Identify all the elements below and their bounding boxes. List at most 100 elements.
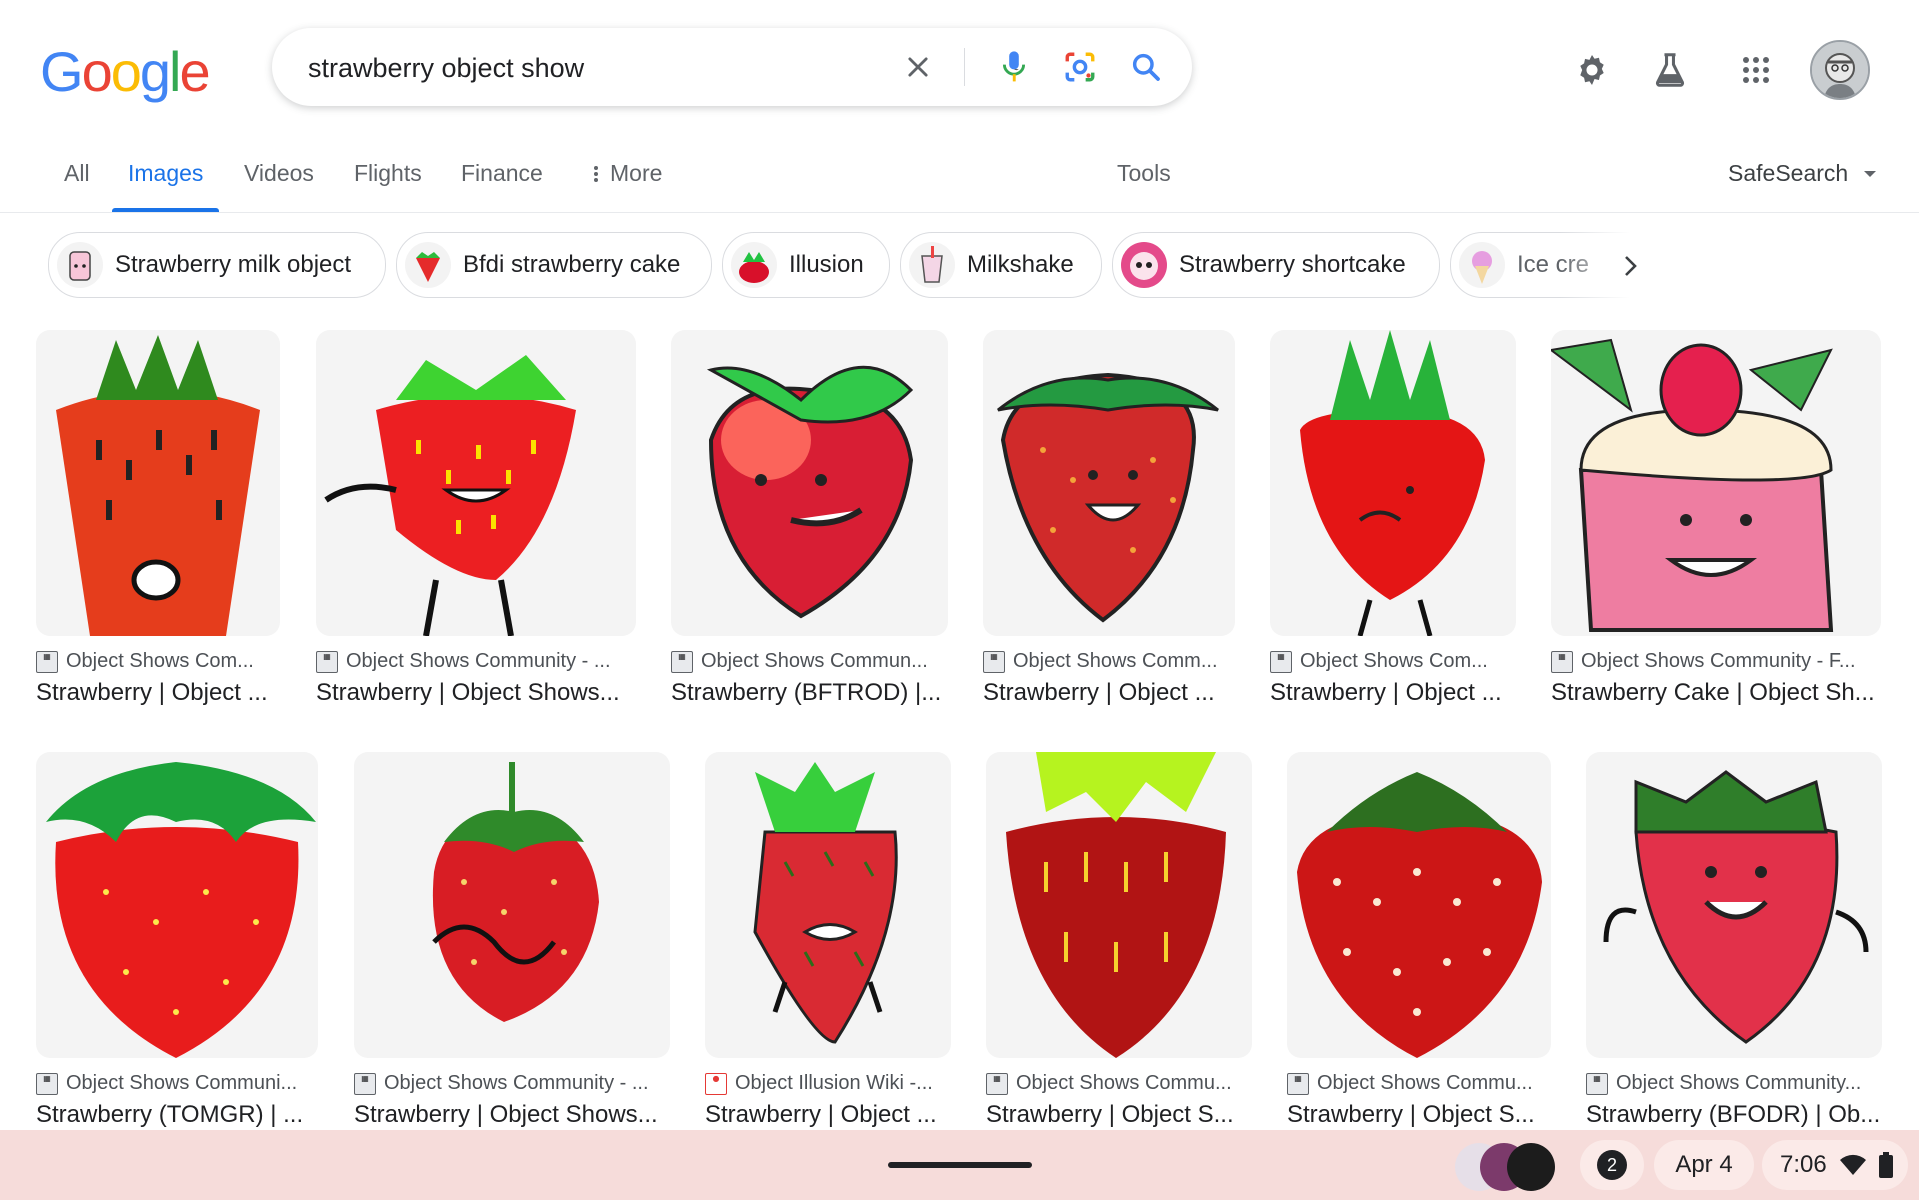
result-thumbnail[interactable] bbox=[1270, 330, 1516, 636]
result-thumbnail[interactable] bbox=[983, 330, 1235, 636]
result-thumbnail[interactable] bbox=[354, 752, 670, 1058]
tab-more[interactable]: More bbox=[592, 160, 662, 212]
bfdi-favicon-icon: ▦ bbox=[316, 650, 338, 673]
result-title[interactable]: Strawberry (BFODR) | Ob... bbox=[1586, 1101, 1882, 1129]
tab-all[interactable]: All bbox=[64, 160, 90, 212]
tab-more-label: More bbox=[610, 160, 663, 186]
dropdown-arrow-icon bbox=[1864, 170, 1877, 177]
apps-grid-icon[interactable] bbox=[1732, 46, 1780, 94]
lens-camera-icon[interactable] bbox=[1060, 47, 1100, 87]
settings-icon[interactable] bbox=[1568, 46, 1616, 94]
object-illusion-favicon-icon: ● bbox=[705, 1072, 727, 1095]
google-logo[interactable]: Google bbox=[40, 40, 211, 104]
bfdi-favicon-icon: ▦ bbox=[1287, 1072, 1309, 1095]
image-result[interactable]: ● Object Illusion Wiki -... Strawberry | … bbox=[705, 752, 951, 1129]
bfdi-favicon-icon: ▦ bbox=[36, 1072, 58, 1095]
result-title[interactable]: Strawberry (TOMGR) | ... bbox=[36, 1101, 318, 1129]
chip-bfdi-strawberry-cake[interactable]: Bfdi strawberry cake bbox=[396, 232, 712, 298]
date-label: Apr 4 bbox=[1675, 1151, 1733, 1178]
result-title[interactable]: Strawberry (BFTROD) |... bbox=[671, 679, 948, 707]
result-source: ▦ Object Shows Community - ... bbox=[316, 650, 636, 673]
result-thumbnail[interactable] bbox=[1551, 330, 1881, 636]
result-thumbnail[interactable] bbox=[1287, 752, 1551, 1058]
result-thumbnail[interactable] bbox=[1586, 752, 1882, 1058]
result-thumbnail[interactable] bbox=[671, 330, 948, 636]
result-title[interactable]: Strawberry | Object Shows... bbox=[316, 679, 636, 707]
result-title[interactable]: Strawberry | Object S... bbox=[986, 1101, 1252, 1129]
bfdi-favicon-icon: ▦ bbox=[1551, 650, 1573, 673]
search-tabs: All Images Videos Flights Finance More T… bbox=[0, 150, 1919, 213]
account-avatar[interactable] bbox=[1810, 40, 1870, 100]
clear-icon[interactable] bbox=[898, 47, 938, 87]
chip-strawberry-milk-object[interactable]: Strawberry milk object bbox=[48, 232, 386, 298]
result-thumbnail[interactable] bbox=[705, 752, 951, 1058]
tab-finance[interactable]: Finance bbox=[461, 160, 543, 212]
bfdi-favicon-icon: ▦ bbox=[983, 650, 1005, 673]
notification-counter[interactable]: 2 bbox=[1580, 1140, 1644, 1190]
result-thumbnail[interactable] bbox=[36, 752, 318, 1058]
image-result[interactable]: ▦ Object Shows Commun... Strawberry (BFTR… bbox=[671, 330, 948, 707]
battery-icon bbox=[1878, 1152, 1893, 1178]
chip-strawberry-shortcake[interactable]: Strawberry shortcake bbox=[1112, 232, 1440, 298]
result-title[interactable]: Strawberry | Object Shows... bbox=[354, 1101, 670, 1129]
result-title[interactable]: Strawberry | Object S... bbox=[1287, 1101, 1551, 1129]
result-source: ▦ Object Shows Community - ... bbox=[354, 1072, 670, 1095]
result-title[interactable]: Strawberry | Object ... bbox=[983, 679, 1235, 707]
bfdi-favicon-icon: ▦ bbox=[354, 1072, 376, 1095]
chip-label: Illusion bbox=[789, 251, 864, 278]
tab-videos[interactable]: Videos bbox=[244, 160, 314, 212]
image-result[interactable]: ▦ Object Shows Com... Strawberry | Object… bbox=[1270, 330, 1516, 707]
image-result[interactable]: ▦ Object Shows Commu... Strawberry | Obje… bbox=[1287, 752, 1551, 1129]
safesearch-label: SafeSearch bbox=[1728, 160, 1849, 186]
image-result[interactable]: ▦ Object Shows Community... Strawberry (B… bbox=[1586, 752, 1882, 1129]
search-icon[interactable] bbox=[1126, 47, 1166, 87]
result-title[interactable]: Strawberry | Object ... bbox=[36, 679, 280, 707]
search-box bbox=[272, 28, 1192, 106]
tab-flights[interactable]: Flights bbox=[354, 160, 422, 212]
search-input[interactable] bbox=[306, 47, 870, 89]
chip-thumb bbox=[1459, 242, 1505, 288]
image-result[interactable]: ▦ Object Shows Community - ... Strawberry… bbox=[316, 330, 636, 707]
result-thumbnail[interactable] bbox=[316, 330, 636, 636]
image-result[interactable]: ▦ Object Shows Community - F... Strawberr… bbox=[1551, 330, 1881, 707]
logo-letter: G bbox=[40, 40, 84, 103]
bfdi-favicon-icon: ▦ bbox=[1270, 650, 1292, 673]
tools-button[interactable]: Tools bbox=[1117, 160, 1171, 212]
search-divider bbox=[964, 48, 965, 86]
chip-illusion[interactable]: Illusion bbox=[722, 232, 890, 298]
date-button[interactable]: Apr 4 bbox=[1654, 1140, 1754, 1190]
logo-letter: o bbox=[81, 40, 113, 103]
chip-milkshake[interactable]: Milkshake bbox=[900, 232, 1102, 298]
chip-label: Milkshake bbox=[967, 251, 1074, 278]
home-handle[interactable] bbox=[888, 1162, 1032, 1168]
result-source: ▦ Object Shows Commu... bbox=[986, 1072, 1252, 1095]
result-source: ▦ Object Shows Commu... bbox=[1287, 1072, 1551, 1095]
image-result[interactable]: ▦ Object Shows Community - ... Strawberry… bbox=[354, 752, 670, 1129]
logo-letter: l bbox=[169, 40, 182, 103]
recent-apps-icon[interactable] bbox=[1454, 1142, 1556, 1192]
image-result[interactable]: ▦ Object Shows Com... Strawberry | Object… bbox=[36, 330, 280, 707]
logo-letter: o bbox=[110, 40, 142, 103]
result-thumbnail[interactable] bbox=[36, 330, 280, 636]
labs-flask-icon[interactable] bbox=[1646, 46, 1694, 94]
result-title[interactable]: Strawberry | Object ... bbox=[1270, 679, 1516, 707]
chip-label: Strawberry shortcake bbox=[1179, 251, 1406, 278]
chip-thumb bbox=[731, 242, 777, 288]
microphone-icon[interactable] bbox=[994, 47, 1034, 87]
result-title[interactable]: Strawberry Cake | Object Sh... bbox=[1551, 679, 1881, 707]
tab-images[interactable]: Images bbox=[111, 160, 220, 212]
image-result[interactable]: ▦ Object Shows Comm... Strawberry | Objec… bbox=[983, 330, 1235, 707]
chip-thumb bbox=[405, 242, 451, 288]
result-title[interactable]: Strawberry | Object ... bbox=[705, 1101, 951, 1129]
chip-thumb bbox=[909, 242, 955, 288]
chip-thumb bbox=[57, 242, 103, 288]
safesearch-dropdown[interactable]: SafeSearch bbox=[1728, 160, 1878, 187]
result-source: ▦ Object Shows Community - F... bbox=[1551, 650, 1881, 673]
bfdi-favicon-icon: ▦ bbox=[36, 650, 58, 673]
image-result[interactable]: ▦ Object Shows Communi... Strawberry (TOM… bbox=[36, 752, 318, 1129]
result-thumbnail[interactable] bbox=[986, 752, 1252, 1058]
image-result[interactable]: ▦ Object Shows Commu... Strawberry | Obje… bbox=[986, 752, 1252, 1129]
status-tray[interactable]: 7:06 bbox=[1762, 1140, 1908, 1190]
chevron-right-icon[interactable] bbox=[1610, 246, 1650, 286]
system-taskbar: 2 Apr 4 7:06 bbox=[0, 1130, 1919, 1200]
